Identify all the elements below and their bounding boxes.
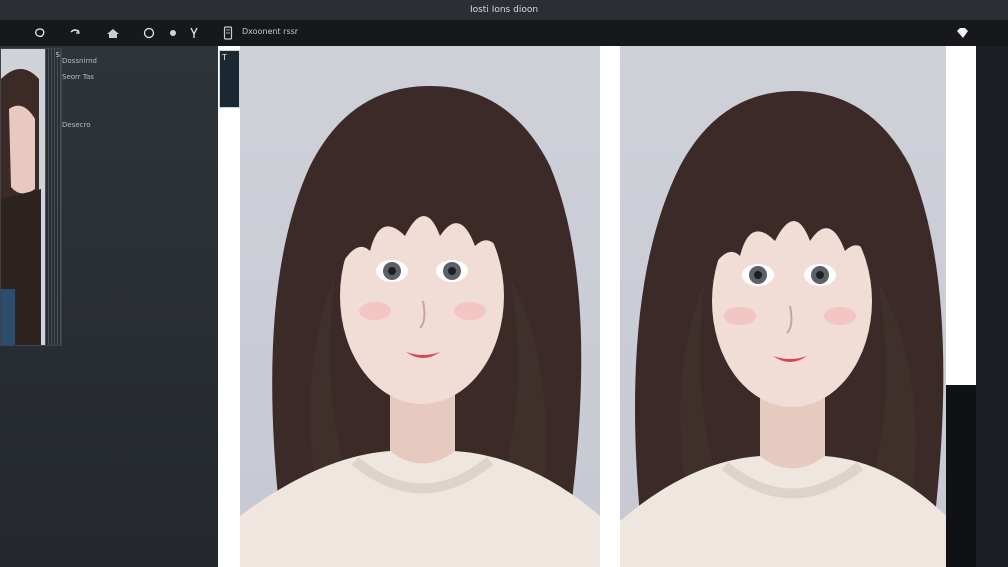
canvas-overlay-block bbox=[946, 385, 976, 567]
brush-icon[interactable] bbox=[184, 20, 204, 46]
canvas-tile[interactable]: T bbox=[219, 50, 240, 108]
window-title: Iosti Ions dioon bbox=[469, 5, 539, 15]
home-icon[interactable] bbox=[103, 20, 123, 46]
right-gutter bbox=[976, 46, 1008, 567]
undo-icon[interactable] bbox=[65, 20, 85, 46]
panel-line-3: Desecro bbox=[62, 121, 91, 129]
tablet-icon[interactable] bbox=[218, 20, 238, 46]
toolbar: Dxoonent rssr bbox=[0, 20, 1008, 46]
layers-panel: S Dossnirnd Seorr Tas Desecro bbox=[0, 46, 218, 567]
layer-thumbnail[interactable]: S bbox=[0, 48, 62, 346]
bullet-icon[interactable] bbox=[163, 20, 183, 46]
panel-line-2: Seorr Tas bbox=[62, 73, 94, 81]
title-bar: Iosti Ions dioon bbox=[0, 0, 1008, 20]
portrait-right[interactable] bbox=[620, 46, 946, 567]
panel-line-1: Dossnirnd bbox=[62, 57, 97, 65]
circle-icon[interactable] bbox=[139, 20, 159, 46]
portrait-left[interactable] bbox=[240, 46, 600, 567]
tile-label: T bbox=[222, 53, 227, 62]
gem-icon[interactable] bbox=[952, 20, 972, 46]
document-label: Dxoonent rssr bbox=[242, 27, 299, 36]
thumbnail-label: S bbox=[55, 51, 60, 59]
thumbnail-strip bbox=[45, 49, 61, 345]
lasso-icon[interactable] bbox=[30, 20, 50, 46]
